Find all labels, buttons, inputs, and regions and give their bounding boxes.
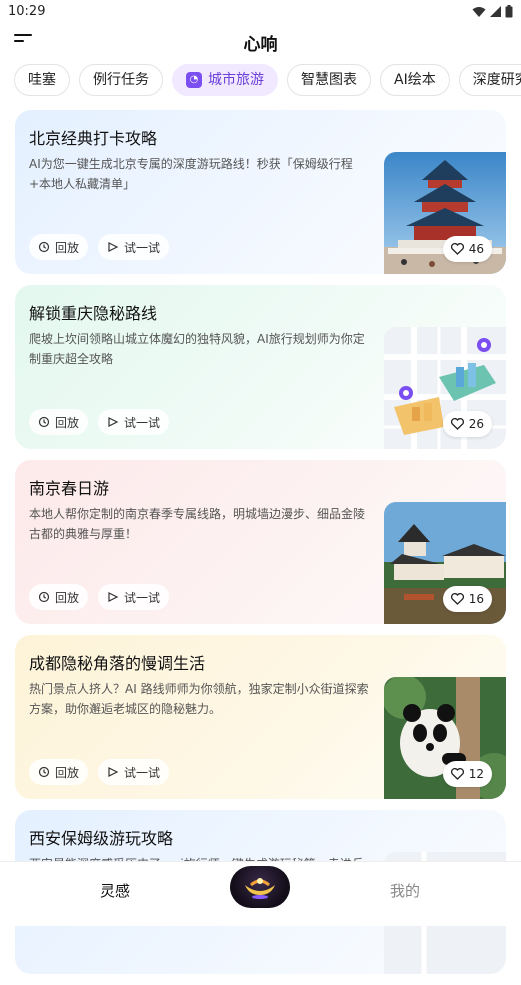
try-button[interactable]: 试一试 bbox=[98, 234, 170, 260]
card-title: 南京春日游 bbox=[29, 479, 110, 498]
like-count: 26 bbox=[468, 417, 484, 431]
tab-wasai[interactable]: 哇塞 bbox=[14, 64, 70, 96]
travel-bag-icon: ◔ bbox=[186, 72, 202, 88]
like-count: 16 bbox=[468, 592, 484, 606]
card-actions: 回放 试一试 bbox=[29, 234, 170, 260]
app-header: 心响 bbox=[0, 24, 521, 60]
replay-label: 回放 bbox=[55, 765, 80, 780]
card-nanjing[interactable]: 南京春日游 本地人帮你定制的南京春季专属线路，明城墙边漫步、细品金陵古都的典雅与… bbox=[15, 460, 506, 624]
replay-icon bbox=[38, 766, 50, 778]
heart-icon bbox=[450, 768, 464, 780]
like-button[interactable]: 26 bbox=[442, 411, 492, 437]
try-button[interactable]: 试一试 bbox=[98, 759, 170, 785]
like-button[interactable]: 12 bbox=[442, 761, 492, 787]
tab-label: AI绘本 bbox=[394, 72, 436, 88]
card-feed: 北京经典打卡攻略 AI为您一键生成北京专属的深度游玩路线！秒获「保姆级行程+本地… bbox=[15, 110, 506, 985]
replay-button[interactable]: 回放 bbox=[29, 409, 89, 435]
try-label: 试一试 bbox=[124, 765, 161, 780]
card-title: 成都隐秘角落的慢调生活 bbox=[29, 654, 206, 673]
card-chengdu[interactable]: 成都隐秘角落的慢调生活 热门景点人挤人？AI 路线师师为你领航，独家定制小众街道… bbox=[15, 635, 506, 799]
try-icon bbox=[108, 242, 119, 252]
replay-icon bbox=[38, 591, 50, 603]
like-count: 46 bbox=[468, 242, 484, 256]
card-actions: 回放 试一试 bbox=[29, 759, 170, 785]
bottom-navigation: 灵感 我的 bbox=[0, 861, 521, 926]
card-title: 解锁重庆隐秘路线 bbox=[29, 304, 158, 323]
tab-routine[interactable]: 例行任务 bbox=[79, 64, 163, 96]
nav-center-button[interactable] bbox=[230, 866, 290, 908]
replay-button[interactable]: 回放 bbox=[29, 759, 89, 785]
replay-label: 回放 bbox=[55, 590, 80, 605]
card-description: 爬坡上坎间领略山城立体魔幻的独特风貌，AI旅行规划师为你定制重庆超全攻略 bbox=[29, 332, 365, 366]
heart-icon bbox=[450, 243, 464, 255]
tab-city-travel[interactable]: ◔ 城市旅游 bbox=[172, 64, 278, 96]
tab-smart-chart[interactable]: 智慧图表 bbox=[287, 64, 371, 96]
like-button[interactable]: 46 bbox=[442, 236, 492, 262]
tab-label: 例行任务 bbox=[93, 72, 149, 88]
wifi-icon bbox=[472, 6, 486, 17]
genie-lamp-icon bbox=[245, 878, 275, 899]
nav-mine[interactable]: 我的 bbox=[390, 880, 420, 901]
replay-icon bbox=[38, 416, 50, 428]
replay-label: 回放 bbox=[55, 240, 80, 255]
signal-icon bbox=[490, 6, 501, 17]
status-icons bbox=[472, 5, 513, 18]
app-title: 心响 bbox=[243, 35, 278, 55]
card-actions: 回放 试一试 bbox=[29, 584, 170, 610]
status-bar: 10:29 bbox=[0, 0, 521, 24]
card-beijing[interactable]: 北京经典打卡攻略 AI为您一键生成北京专属的深度游玩路线！秒获「保姆级行程+本地… bbox=[15, 110, 506, 274]
tab-label: 深度研究 bbox=[472, 72, 521, 88]
like-button[interactable]: 16 bbox=[442, 586, 492, 612]
replay-label: 回放 bbox=[55, 415, 80, 430]
status-time: 10:29 bbox=[8, 4, 46, 19]
try-label: 试一试 bbox=[124, 415, 161, 430]
tab-ai-picturebook[interactable]: AI绘本 bbox=[380, 64, 450, 96]
heart-icon bbox=[450, 593, 464, 605]
try-button[interactable]: 试一试 bbox=[98, 584, 170, 610]
card-description: 本地人帮你定制的南京春季专属线路，明城墙边漫步、细品金陵古都的典雅与厚重！ bbox=[29, 507, 366, 541]
heart-icon bbox=[450, 418, 464, 430]
battery-icon bbox=[505, 5, 513, 18]
replay-button[interactable]: 回放 bbox=[29, 234, 89, 260]
card-title: 西安保姆级游玩攻略 bbox=[29, 829, 174, 848]
replay-button[interactable]: 回放 bbox=[29, 584, 89, 610]
try-label: 试一试 bbox=[124, 240, 161, 255]
card-description: 热门景点人挤人？AI 路线师师为你领航，独家定制小众街道探索方案，助你邂逅老城区… bbox=[29, 682, 369, 716]
try-label: 试一试 bbox=[124, 590, 161, 605]
tab-label: 城市旅游 bbox=[208, 72, 264, 88]
nav-inspiration[interactable]: 灵感 bbox=[100, 880, 130, 901]
tab-label: 哇塞 bbox=[28, 72, 56, 88]
like-count: 12 bbox=[468, 767, 484, 781]
category-tabs: 哇塞 例行任务 ◔ 城市旅游 智慧图表 AI绘本 深度研究 bbox=[14, 64, 521, 98]
card-title: 北京经典打卡攻略 bbox=[29, 129, 158, 148]
card-description: AI为您一键生成北京专属的深度游玩路线！秒获「保姆级行程+本地人私藏清单」 bbox=[29, 157, 353, 191]
tab-label: 智慧图表 bbox=[301, 72, 357, 88]
card-actions: 回放 试一试 bbox=[29, 409, 170, 435]
try-icon bbox=[108, 417, 119, 427]
try-button[interactable]: 试一试 bbox=[98, 409, 170, 435]
try-icon bbox=[108, 592, 119, 602]
tab-deep-research[interactable]: 深度研究 bbox=[458, 64, 521, 96]
try-icon bbox=[108, 767, 119, 777]
card-chongqing[interactable]: 解锁重庆隐秘路线 爬坡上坎间领略山城立体魔幻的独特风貌，AI旅行规划师为你定制重… bbox=[15, 285, 506, 449]
replay-icon bbox=[38, 241, 50, 253]
